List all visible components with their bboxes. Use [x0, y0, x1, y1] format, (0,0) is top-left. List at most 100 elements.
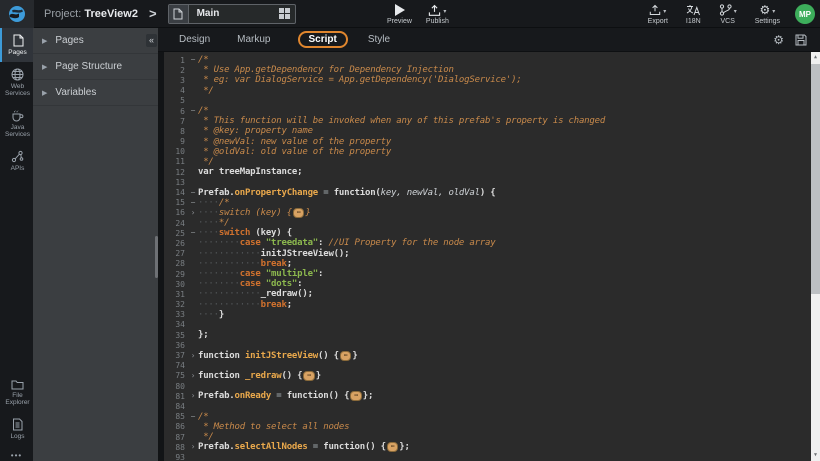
- code-line[interactable]: 75›function _redraw() {⋯}: [164, 371, 820, 381]
- code-line[interactable]: 3 * eg: var DialogService = App.getDepen…: [164, 75, 820, 85]
- code-line[interactable]: 34: [164, 320, 820, 330]
- fold-marker[interactable]: ›: [188, 352, 198, 360]
- panel-collapse-button[interactable]: «: [146, 34, 157, 47]
- panel-section-variables[interactable]: ▶ Variables: [33, 80, 158, 106]
- folded-code-pill[interactable]: ⋯: [340, 351, 351, 361]
- tab-markup[interactable]: Markup: [237, 34, 270, 45]
- folded-code-pill[interactable]: ⋯: [303, 371, 314, 381]
- more-options-icon[interactable]: •••: [0, 451, 33, 460]
- fold-marker[interactable]: −: [188, 229, 198, 237]
- code-line[interactable]: 12var treeMapInstance;: [164, 167, 820, 177]
- grid-icon[interactable]: [279, 8, 290, 19]
- user-avatar[interactable]: MP: [795, 4, 815, 24]
- scrollbar-up-icon[interactable]: ▲: [811, 52, 820, 63]
- code-line[interactable]: 37›function initJStreeView() {⋯}: [164, 350, 820, 360]
- fold-marker[interactable]: ›: [188, 392, 198, 400]
- fold-marker[interactable]: −: [188, 199, 198, 207]
- app-logo[interactable]: [0, 0, 34, 28]
- editor-settings-gear-icon[interactable]: ⚙: [773, 34, 784, 46]
- code-line[interactable]: 85−/*: [164, 412, 820, 422]
- i18n-button[interactable]: I18N: [679, 0, 708, 28]
- code-line[interactable]: 7 * This function will be invoked when a…: [164, 116, 820, 126]
- panel-section-page-structure[interactable]: ▶ Page Structure: [33, 54, 158, 80]
- code-line[interactable]: 2 * Use App.getDependency for Dependency…: [164, 65, 820, 75]
- code-line[interactable]: 6−/*: [164, 106, 820, 116]
- code-line[interactable]: 16›····switch (key) {⋯}: [164, 208, 820, 218]
- code-editor[interactable]: 1−/*2 * Use App.getDependency for Depend…: [158, 52, 820, 461]
- rail-item-pages[interactable]: Pages: [0, 28, 33, 62]
- code-token: onReady: [235, 391, 272, 401]
- code-line[interactable]: 10 * @oldVal: old value of the property: [164, 147, 820, 157]
- code-text: function initJStreeView() {⋯}: [198, 351, 358, 361]
- code-line[interactable]: 25−····switch (key) {: [164, 228, 820, 238]
- code-line[interactable]: 36: [164, 340, 820, 350]
- fold-marker[interactable]: −: [188, 413, 198, 421]
- code-line[interactable]: 86 * Method to select all nodes: [164, 422, 820, 432]
- fold-marker[interactable]: −: [188, 56, 198, 64]
- code-line[interactable]: 5: [164, 96, 820, 106]
- rail-item-file-explorer[interactable]: File Explorer: [0, 373, 33, 412]
- code-line[interactable]: 26········case "treedata": //UI Property…: [164, 238, 820, 248]
- globe-icon: [11, 68, 24, 81]
- rail-item-java-services[interactable]: Java Services: [0, 103, 33, 144]
- code-line[interactable]: 1−/*: [164, 55, 820, 65]
- code-line[interactable]: 32············break;: [164, 300, 820, 310]
- code-token: ) {: [480, 188, 496, 198]
- fold-marker[interactable]: −: [188, 107, 198, 115]
- code-line[interactable]: 11 */: [164, 157, 820, 167]
- code-line[interactable]: 88›Prefab.selectAllNodes = function() {⋯…: [164, 442, 820, 452]
- publish-button[interactable]: ▾ Publish: [419, 0, 456, 28]
- code-line[interactable]: 31············_redraw();: [164, 289, 820, 299]
- code-line[interactable]: 35};: [164, 330, 820, 340]
- code-line[interactable]: 33····}: [164, 310, 820, 320]
- code-line[interactable]: 30········case "dots":: [164, 279, 820, 289]
- editor-scrollbar[interactable]: ▲ ▼: [811, 52, 820, 461]
- code-line[interactable]: 80: [164, 381, 820, 391]
- code-line[interactable]: 9 * @newVal: new value of the property: [164, 137, 820, 147]
- rail-item-logs[interactable]: Logs: [0, 412, 33, 446]
- code-line[interactable]: 74: [164, 361, 820, 371]
- scrollbar-down-icon[interactable]: ▼: [811, 450, 820, 461]
- folded-code-pill[interactable]: ⋯: [387, 442, 398, 452]
- code-line[interactable]: 87 */: [164, 432, 820, 442]
- api-connector-icon: [11, 150, 24, 163]
- preview-button[interactable]: Preview: [380, 0, 419, 28]
- code-line[interactable]: 28············break;: [164, 259, 820, 269]
- code-line[interactable]: 14−Prefab.onPropertyChange = function(ke…: [164, 187, 820, 197]
- line-number: 31: [164, 290, 188, 299]
- settings-button[interactable]: ⚙ ▾ Settings: [748, 0, 787, 28]
- line-number: 28: [164, 259, 188, 268]
- tab-style[interactable]: Style: [368, 34, 390, 45]
- code-line[interactable]: 24····*/: [164, 218, 820, 228]
- code-line[interactable]: 93: [164, 452, 820, 461]
- tab-script[interactable]: Script: [298, 31, 348, 48]
- rail-item-apis[interactable]: APIs: [0, 144, 33, 178]
- fold-marker[interactable]: ›: [188, 372, 198, 380]
- code-token: :: [297, 279, 302, 289]
- code-token: "multiple": [266, 269, 318, 279]
- code-line[interactable]: 29········case "multiple":: [164, 269, 820, 279]
- code-line[interactable]: 4 */: [164, 86, 820, 96]
- line-number: 80: [164, 382, 188, 391]
- code-line[interactable]: 81›Prefab.onReady = function() {⋯};: [164, 391, 820, 401]
- fold-marker[interactable]: ›: [188, 443, 198, 451]
- folded-code-pill[interactable]: ⋯: [293, 208, 304, 218]
- rail-item-web-services[interactable]: Web Services: [0, 62, 33, 103]
- code-line[interactable]: 8 * @key: property name: [164, 126, 820, 136]
- fold-marker[interactable]: −: [188, 189, 198, 197]
- code-line[interactable]: 13: [164, 177, 820, 187]
- vcs-button[interactable]: ▾ VCS: [712, 0, 744, 28]
- save-icon[interactable]: [795, 34, 807, 46]
- code-line[interactable]: 15−····/*: [164, 198, 820, 208]
- indent-whitespace: ············: [198, 289, 261, 299]
- folded-code-pill[interactable]: ⋯: [350, 391, 361, 401]
- panel-section-pages[interactable]: ▶ Pages: [33, 28, 158, 54]
- tab-design[interactable]: Design: [179, 34, 210, 45]
- code-line[interactable]: 84: [164, 401, 820, 411]
- code-line[interactable]: 27············initJStreeView();: [164, 249, 820, 259]
- code-text: ····/*: [198, 198, 229, 208]
- scrollbar-thumb[interactable]: [811, 64, 820, 294]
- export-button[interactable]: ▾ Export: [641, 0, 675, 28]
- page-selector[interactable]: Main: [168, 4, 296, 24]
- fold-marker[interactable]: ›: [188, 209, 198, 217]
